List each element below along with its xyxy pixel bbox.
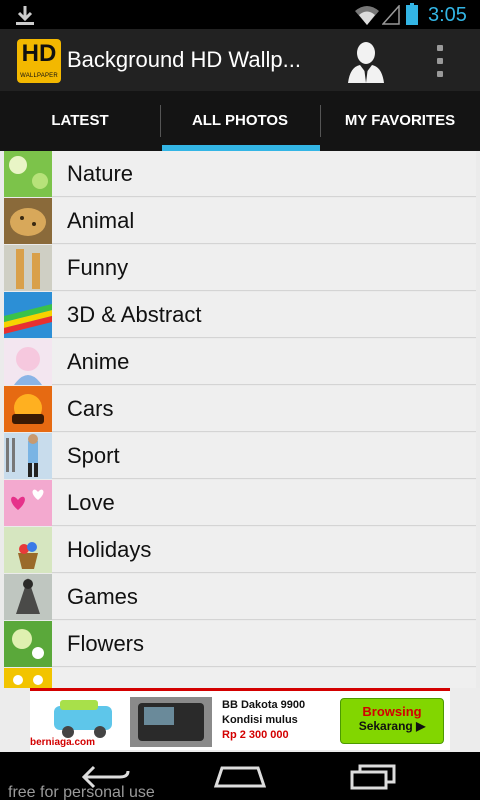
ad-brand: berniaga.com — [30, 737, 96, 748]
list-item-label: Nature — [67, 161, 134, 186]
app-title: Background HD Wallp... — [67, 47, 301, 72]
funny-thumbnail — [4, 245, 52, 291]
app-logo[interactable]: HD WALLPAPER — [17, 39, 61, 83]
ad-cta-line2: Sekarang ▶ — [358, 719, 426, 733]
list-item-cars[interactable]: Cars — [4, 386, 476, 432]
abstract-thumbnail — [4, 292, 52, 338]
list-item-partial[interactable] — [4, 668, 476, 688]
battery-icon — [406, 3, 418, 25]
list-item-label: 3D & Abstract — [67, 302, 202, 327]
flowers-thumbnail — [4, 621, 52, 667]
action-bar: HD WALLPAPER Background HD Wallp... — [0, 29, 480, 91]
tab-my-favorites[interactable]: MY FAVORITES — [320, 91, 480, 151]
ad-title: BB Dakota 9900 — [222, 699, 306, 711]
holidays-thumbnail — [4, 527, 52, 573]
ad-phone-image — [130, 697, 212, 747]
download-icon — [16, 6, 34, 25]
list-item-label: Anime — [67, 349, 130, 374]
category-list[interactable]: Nature Animal Funny 3D & Abstract Anime … — [0, 151, 480, 688]
ad-price: Rp 2 300 000 — [222, 729, 289, 741]
animal-thumbnail — [4, 198, 52, 244]
anime-thumbnail — [4, 339, 52, 385]
list-item-games[interactable]: Games — [4, 574, 476, 620]
partial-thumbnail — [4, 668, 52, 688]
list-item-funny[interactable]: Funny — [4, 245, 476, 291]
cars-thumbnail — [4, 386, 52, 432]
ad-container: berniaga.com BB Dakota 9900 Kondisi mulu… — [0, 688, 480, 752]
list-item-label: Games — [67, 584, 138, 609]
games-thumbnail — [4, 574, 52, 620]
fast-scroll-handle[interactable] — [4, 434, 18, 478]
love-thumbnail — [4, 480, 52, 526]
clock: 3:05 — [428, 4, 467, 26]
list-item-sport[interactable]: Sport — [4, 433, 476, 479]
list-item-label: Sport — [67, 443, 120, 468]
logo-subtext: WALLPAPER — [20, 73, 58, 79]
list-item-3d-abstract[interactable]: 3D & Abstract — [4, 292, 476, 338]
logo-text: HD — [21, 40, 57, 67]
signal-icon — [382, 5, 400, 25]
list-item-love[interactable]: Love — [4, 480, 476, 526]
nature-thumbnail — [4, 151, 52, 197]
ad-cta-button[interactable]: Browsing Sekarang ▶ — [340, 698, 444, 744]
tab-latest[interactable]: LATEST — [0, 91, 160, 151]
tab-bar: LATEST ALL PHOTOS MY FAVORITES — [0, 91, 480, 151]
list-item-label: Flowers — [67, 631, 145, 656]
list-item-label: Funny — [67, 255, 129, 280]
ad-banner[interactable]: berniaga.com BB Dakota 9900 Kondisi mulu… — [30, 688, 450, 750]
list-item-label: Holidays — [67, 537, 152, 562]
ad-cta-line1: Browsing — [362, 704, 422, 719]
list-item-animal[interactable]: Animal — [4, 198, 476, 244]
recents-icon[interactable] — [350, 764, 396, 790]
list-item-anime[interactable]: Anime — [4, 339, 476, 385]
watermark: free for personal use — [8, 784, 155, 800]
overflow-menu-icon[interactable] — [428, 41, 452, 81]
list-item-label: Love — [67, 490, 115, 515]
status-bar: 3:05 — [0, 0, 480, 29]
list-item-label: Cars — [67, 396, 114, 421]
home-icon[interactable] — [214, 766, 266, 788]
wifi-icon — [355, 6, 379, 25]
profile-icon[interactable] — [344, 39, 388, 83]
tab-all-photos[interactable]: ALL PHOTOS — [161, 91, 319, 151]
list-item-label: Animal — [67, 208, 135, 233]
list-item-holidays[interactable]: Holidays — [4, 527, 476, 573]
ad-condition: Kondisi mulus — [222, 714, 298, 726]
list-item-flowers[interactable]: Flowers — [4, 621, 476, 667]
list-item-nature[interactable]: Nature — [4, 151, 476, 197]
